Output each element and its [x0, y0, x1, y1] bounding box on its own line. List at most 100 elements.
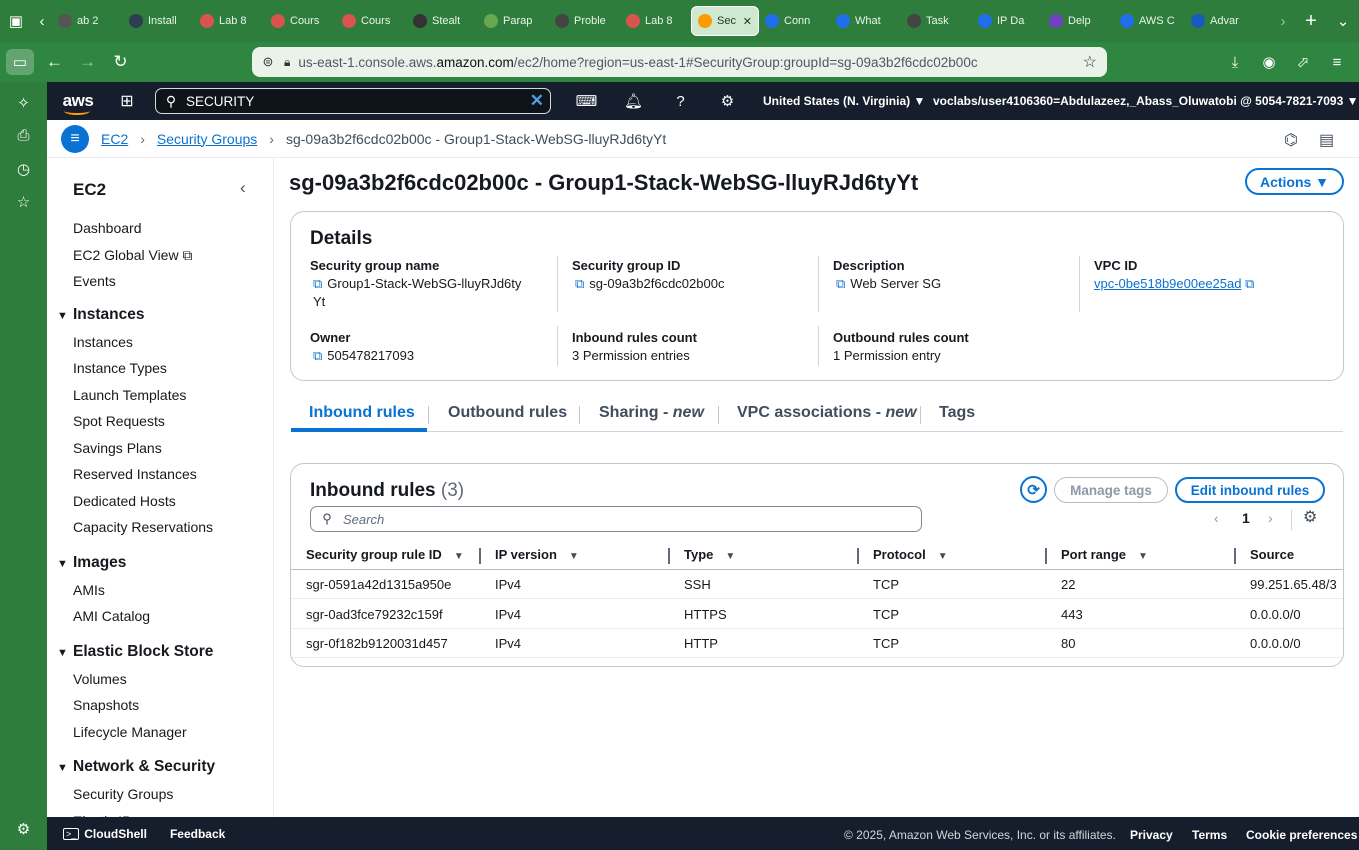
browser-tab[interactable]: Install [123, 6, 194, 36]
clear-search-icon[interactable]: ✕ [530, 91, 544, 111]
browser-tab[interactable]: Proble [549, 6, 620, 36]
browser-tab[interactable]: Stealt [407, 6, 478, 36]
browser-tab[interactable]: IP Da [972, 6, 1043, 36]
sidenav-section[interactable]: ▼ Instances [57, 306, 145, 324]
table-row[interactable]: sgr-0591a42d1315a950e IPv4 SSH TCP 22 99.251.… [291, 570, 1343, 599]
privacy-link[interactable]: Privacy [1130, 828, 1173, 842]
info-panel-icon[interactable]: ⌬ [1284, 130, 1298, 150]
sidenav-item[interactable]: Dashboard [73, 220, 142, 236]
browser-tab[interactable]: AWS C [1114, 6, 1185, 36]
tab-sharing[interactable]: Sharing - new [599, 404, 704, 422]
profile-icon[interactable]: ◉ [1252, 53, 1286, 71]
sidenav-item[interactable]: Spot Requests [73, 413, 165, 429]
sidenav-section[interactable]: ▼ Elastic Block Store [57, 643, 213, 661]
settings-icon[interactable]: ⚙ [704, 92, 751, 110]
column-header[interactable]: Protocol ▼ [873, 547, 948, 562]
sidenav-item[interactable]: Security Groups [73, 786, 173, 802]
menu-hamburger-icon[interactable]: ≡ [61, 124, 89, 153]
column-resizer[interactable] [1234, 548, 1236, 564]
tab-overview-icon[interactable]: ▣ [0, 0, 32, 42]
services-grid-icon[interactable]: ⊞ [109, 91, 145, 111]
refresh-icon[interactable]: ⟳ [1020, 476, 1047, 503]
copy-icon[interactable]: ⧉ [575, 276, 584, 291]
rules-search-input[interactable]: ⚲ Search [310, 506, 922, 532]
browser-tab[interactable]: What [830, 6, 901, 36]
column-header[interactable]: Source [1250, 547, 1294, 562]
column-header[interactable]: Port range ▼ [1061, 547, 1148, 562]
sidenav-item[interactable]: Lifecycle Manager [73, 724, 187, 740]
sidenav-item[interactable]: EC2 Global View ⧉ [73, 247, 192, 264]
close-tab-icon[interactable]: ✕ [743, 15, 752, 28]
table-settings-icon[interactable]: ⚙ [1303, 507, 1317, 527]
column-resizer[interactable] [668, 548, 670, 564]
cloudshell-footer-icon[interactable]: >_ [63, 827, 80, 840]
tab-list-chevron-icon[interactable]: ⌄ [1327, 0, 1359, 42]
collapse-sidenav-icon[interactable]: ‹ [240, 178, 246, 198]
breadcrumb-ec2[interactable]: EC2 [101, 131, 128, 147]
next-page-icon[interactable]: › [1268, 510, 1273, 526]
cloudshell-link[interactable]: CloudShell [84, 827, 147, 841]
address-bar[interactable]: ⊜ 🔒︎ us-east-1.console.aws.amazon.com/ec… [252, 47, 1107, 77]
aws-logo[interactable]: aws [47, 91, 109, 115]
region-selector[interactable]: United States (N. Virginia) ▼ [763, 94, 933, 108]
sidenav-item[interactable]: AMI Catalog [73, 608, 150, 624]
copy-icon[interactable]: ⧉ [836, 276, 845, 291]
actions-button[interactable]: Actions ▼ [1245, 168, 1344, 195]
sort-icon[interactable]: ▼ [454, 551, 464, 562]
browser-tab[interactable]: Cours [265, 6, 336, 36]
column-resizer[interactable] [857, 548, 859, 564]
cloudshell-icon[interactable]: ⌨ [563, 92, 610, 110]
browser-tab[interactable]: Lab 8 [194, 6, 265, 36]
column-header[interactable]: Type ▼ [684, 547, 735, 562]
sidenav-item[interactable]: Volumes [73, 671, 127, 687]
settings-gear-icon[interactable]: ⚙ [0, 820, 47, 838]
display-settings-icon[interactable]: ▤ [1319, 130, 1334, 150]
feedback-link[interactable]: Feedback [170, 827, 225, 841]
sidenav-item[interactable]: Capacity Reservations [73, 519, 213, 535]
download-icon[interactable]: ⤓ [1218, 54, 1252, 71]
tab-scroll-left-icon[interactable]: ‹ [32, 0, 52, 42]
copy-icon[interactable]: ⧉ [313, 276, 322, 291]
menu-icon[interactable]: ≡ [1320, 54, 1354, 71]
sort-icon[interactable]: ▼ [1138, 551, 1148, 562]
notifications-bell-icon[interactable]: 🔔︎ [610, 92, 657, 110]
console-search-input[interactable]: ⚲ SECURITY ✕ [155, 88, 551, 114]
column-header[interactable]: IP version ▼ [495, 547, 579, 562]
sort-icon[interactable]: ▼ [569, 551, 579, 562]
tab-scroll-right-icon[interactable]: › [1271, 0, 1295, 42]
sidenav-item[interactable]: Dedicated Hosts [73, 493, 176, 509]
sidenav-item[interactable]: AMIs [73, 582, 105, 598]
cookie-preferences-link[interactable]: Cookie preferences [1246, 828, 1357, 842]
site-info-icon[interactable]: ⊜ [252, 54, 284, 70]
table-row[interactable]: sgr-0f182b9120031d457 IPv4 HTTP TCP 80 0.0.0.… [291, 629, 1343, 658]
sidenav-item[interactable]: Instance Types [73, 360, 167, 376]
browser-tab[interactable]: Lab 8 [620, 6, 691, 36]
forward-icon[interactable]: → [71, 42, 104, 82]
bookmark-star-icon[interactable]: ☆ [1083, 52, 1097, 72]
browser-tab[interactable]: Delp [1043, 6, 1114, 36]
account-menu[interactable]: voclabs/user4106360=Abdulazeez,_Abass_Ol… [933, 94, 1358, 108]
edit-inbound-rules-button[interactable]: Edit inbound rules [1175, 477, 1325, 503]
browser-tab[interactable]: ab 2 [52, 6, 123, 36]
browser-tab[interactable]: Conn [759, 6, 830, 36]
sidenav-item[interactable]: Reserved Instances [73, 466, 197, 482]
sidenav-section[interactable]: ▼ Images [57, 554, 126, 572]
sidebar-toggle-icon[interactable]: ▭ [6, 49, 34, 75]
tab-vpc-associations[interactable]: VPC associations - new [737, 404, 917, 422]
manage-tags-button[interactable]: Manage tags [1054, 477, 1168, 503]
extensions-icon[interactable]: ⬀ [1286, 53, 1320, 71]
sidenav-item[interactable]: Savings Plans [73, 440, 162, 456]
breadcrumb-security-groups[interactable]: Security Groups [157, 131, 257, 147]
reading-list-icon[interactable]: ⎙ [0, 127, 47, 144]
column-resizer[interactable] [479, 548, 481, 564]
sort-icon[interactable]: ▼ [938, 551, 948, 562]
sidenav-item[interactable]: Launch Templates [73, 387, 186, 403]
copy-icon[interactable]: ⧉ [313, 348, 322, 363]
browser-tab[interactable]: Sec ✕ [691, 6, 759, 36]
prev-page-icon[interactable]: ‹ [1214, 510, 1219, 526]
browser-tab[interactable]: Parap [478, 6, 549, 36]
sidenav-section[interactable]: ▼ Network & Security [57, 758, 215, 776]
new-tab-icon[interactable]: + [1295, 0, 1327, 42]
tab-tags[interactable]: Tags [939, 404, 975, 422]
column-resizer[interactable] [1045, 548, 1047, 564]
